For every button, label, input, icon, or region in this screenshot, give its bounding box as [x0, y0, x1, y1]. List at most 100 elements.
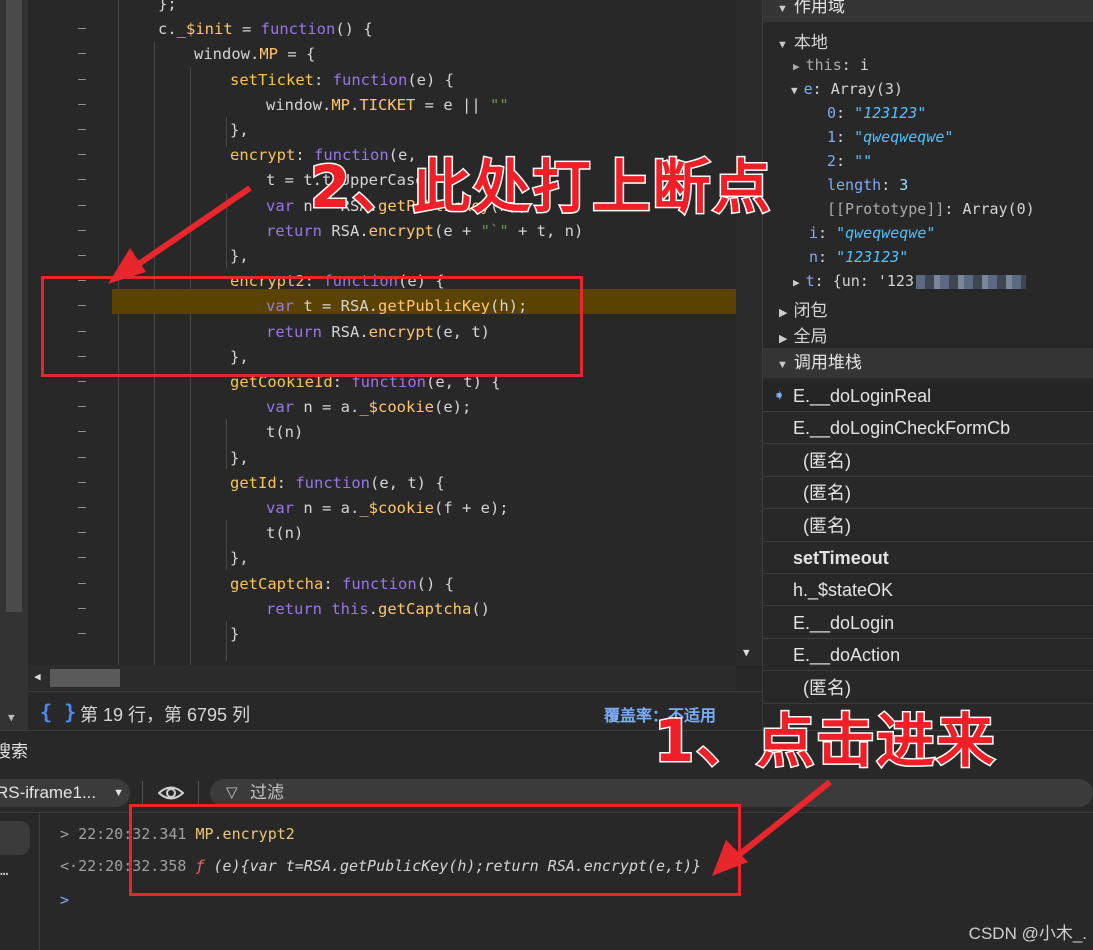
scope-global[interactable]: ▶ 全局 [779, 322, 827, 347]
code-line[interactable]: window.MP.TICKET = e || "" [266, 93, 509, 118]
gutter-breakpoint-marker[interactable]: – [78, 122, 86, 137]
scope-var-n[interactable]: n: "123123" [809, 248, 908, 266]
editor-horizontal-scrollbar[interactable]: ◀ [28, 665, 736, 691]
scope-var-e-2[interactable]: 2: "" [827, 152, 872, 170]
code-line[interactable]: setTicket: function(e) { [230, 68, 454, 93]
callstack-frame[interactable]: E.__doLogin [763, 607, 1093, 639]
blurred-value [916, 274, 1026, 289]
filter-input[interactable]: ▽ 过滤 [210, 779, 1093, 807]
code-line[interactable]: t(n) [266, 420, 303, 445]
code-line[interactable]: getCaptcha: function() { [230, 572, 454, 597]
expanded-triangle-icon: ▼ [777, 39, 788, 51]
gutter-breakpoint-marker[interactable]: – [78, 450, 86, 465]
scope-var-e-1[interactable]: 1: "qweqweqwe" [827, 128, 953, 146]
callstack-frame[interactable]: E.__doAction [763, 639, 1093, 672]
callstack-frame-label: E.__doLoginCheckFormCb [793, 418, 1011, 439]
indent-guide [226, 117, 227, 147]
gutter-breakpoint-marker[interactable]: – [78, 97, 86, 112]
gutter-breakpoint-marker[interactable]: – [78, 223, 86, 238]
code-line[interactable]: }; [158, 0, 177, 17]
toolbar-divider [142, 781, 143, 805]
entry-marker: > [60, 825, 70, 843]
context-selector[interactable]: RS-iframe1... ▼ [0, 779, 130, 807]
filter-icon: ▽ [226, 784, 238, 801]
gutter-breakpoint-marker[interactable]: – [78, 626, 86, 641]
editor-vertical-scrollbar[interactable]: ▼ [736, 0, 762, 665]
callstack-async-separator[interactable]: setTimeout [763, 542, 1093, 574]
horizontal-scroll-thumb[interactable] [50, 669, 120, 687]
scope-closure[interactable]: ▶ 闭包 [779, 296, 827, 321]
code-line[interactable]: getId: function(e, t) { [230, 471, 445, 496]
scope-var-this[interactable]: ▶ this: i [793, 56, 869, 74]
gutter-breakpoint-marker[interactable]: – [78, 248, 86, 263]
gutter-breakpoint-marker[interactable]: – [78, 399, 86, 414]
gutter-breakpoint-marker[interactable]: – [78, 475, 86, 490]
gutter-breakpoint-marker[interactable]: – [78, 601, 86, 616]
expanded-triangle-icon: ▼ [777, 3, 788, 15]
gutter-breakpoint-marker[interactable]: – [78, 72, 86, 87]
scope-var-e[interactable]: ▼ e: Array(3) [791, 80, 903, 98]
collapsed-triangle-icon: ▶ [779, 333, 788, 345]
console-highlight-box [129, 804, 741, 896]
more-icon[interactable]: … [0, 863, 8, 879]
code-line[interactable]: } [230, 622, 239, 647]
callstack-frame[interactable]: (匿名) [763, 510, 1093, 542]
sidebar-toggle-button[interactable] [0, 821, 30, 855]
code-line[interactable]: }, [230, 118, 249, 143]
callstack-frame[interactable]: E.__doLoginCheckFormCb [763, 412, 1093, 445]
callstack-frame-label: (匿名) [803, 515, 851, 536]
code-line[interactable]: var n = a._$cookie(e); [266, 395, 471, 420]
pretty-print-button[interactable]: { } [40, 700, 76, 724]
devtools-window: ▼ – – – – – – – – – – – – – – – – – – – – – – – – – }; c._$init =… [0, 0, 1093, 950]
indent-guide [190, 67, 191, 730]
console-prompt[interactable]: > [60, 891, 69, 909]
scope-local-header[interactable]: ▼ 本地 [777, 28, 828, 53]
code-line[interactable]: return this.getCaptcha() [266, 597, 490, 622]
code-line[interactable]: c._$init = function() { [158, 17, 373, 42]
code-line[interactable]: }, [230, 446, 249, 471]
callstack-section-header[interactable]: ▼ 调用堆栈 [763, 348, 1093, 378]
scroll-down-icon[interactable]: ▼ [8, 711, 15, 724]
code-line[interactable]: t(n) [266, 521, 303, 546]
indent-guide [226, 520, 227, 570]
collapsed-triangle-icon: ▶ [793, 60, 800, 73]
gutter-breakpoint-marker[interactable]: – [78, 525, 86, 540]
gutter-breakpoint-marker[interactable]: – [78, 147, 86, 162]
scope-var-length[interactable]: length: 3 [827, 176, 908, 194]
entry-marker: <· [60, 857, 79, 875]
eye-icon[interactable] [158, 782, 184, 804]
scope-var-i[interactable]: i: "qweqweqwe" [809, 224, 935, 242]
callstack-frame[interactable]: (匿名) [763, 445, 1093, 477]
scope-var-e-0[interactable]: 0: "123123" [827, 104, 926, 122]
gutter-breakpoint-marker[interactable]: – [78, 576, 86, 591]
console-sidebar: … [0, 813, 40, 950]
callstack-frame-label: h._$stateOK [793, 580, 894, 601]
current-frame-icon: ➧ [773, 387, 786, 404]
scope-var-t[interactable]: ▶ t: {un: '123 [793, 272, 1026, 290]
scope-section-header[interactable]: ▼ 作用域 [763, 0, 1093, 22]
callstack-frame-label: E.__doLogin [793, 612, 895, 633]
callstack-frame[interactable]: ➧ E.__doLoginReal [763, 380, 1093, 412]
scope-var-prototype[interactable]: [[Prototype]]: Array(0) [827, 200, 1035, 218]
scroll-left-icon[interactable]: ◀ [34, 670, 41, 683]
gutter-breakpoint-marker[interactable]: – [78, 172, 86, 187]
breakpoint-highlight-box [41, 276, 583, 377]
cursor-position: 第 19 行，第 6795 列 [80, 705, 251, 725]
gutter-breakpoint-marker[interactable]: – [78, 550, 86, 565]
callstack-frame-label: (匿名) [803, 450, 851, 471]
code-line[interactable]: window.MP = { [194, 42, 315, 67]
navigator-scrollbar[interactable]: ▼ [0, 0, 28, 730]
gutter-breakpoint-marker[interactable]: – [78, 424, 86, 439]
gutter-breakpoint-marker[interactable]: – [78, 198, 86, 213]
gutter-breakpoint-marker[interactable]: – [78, 46, 86, 61]
code-line[interactable]: }, [230, 546, 249, 571]
code-line[interactable]: }, [230, 244, 249, 269]
annotation-step-1: 1、点击进来 [652, 706, 997, 777]
code-line[interactable]: var n = a._$cookie(f + e); [266, 496, 509, 521]
gutter-breakpoint-marker[interactable]: – [78, 500, 86, 515]
callstack-frame[interactable]: h._$stateOK [763, 574, 1093, 607]
callstack-frame[interactable]: (匿名) [763, 477, 1093, 510]
gutter-breakpoint-marker[interactable]: – [78, 21, 86, 36]
scroll-down-icon[interactable]: ▼ [743, 646, 750, 659]
navigator-scroll-thumb[interactable] [6, 0, 22, 612]
